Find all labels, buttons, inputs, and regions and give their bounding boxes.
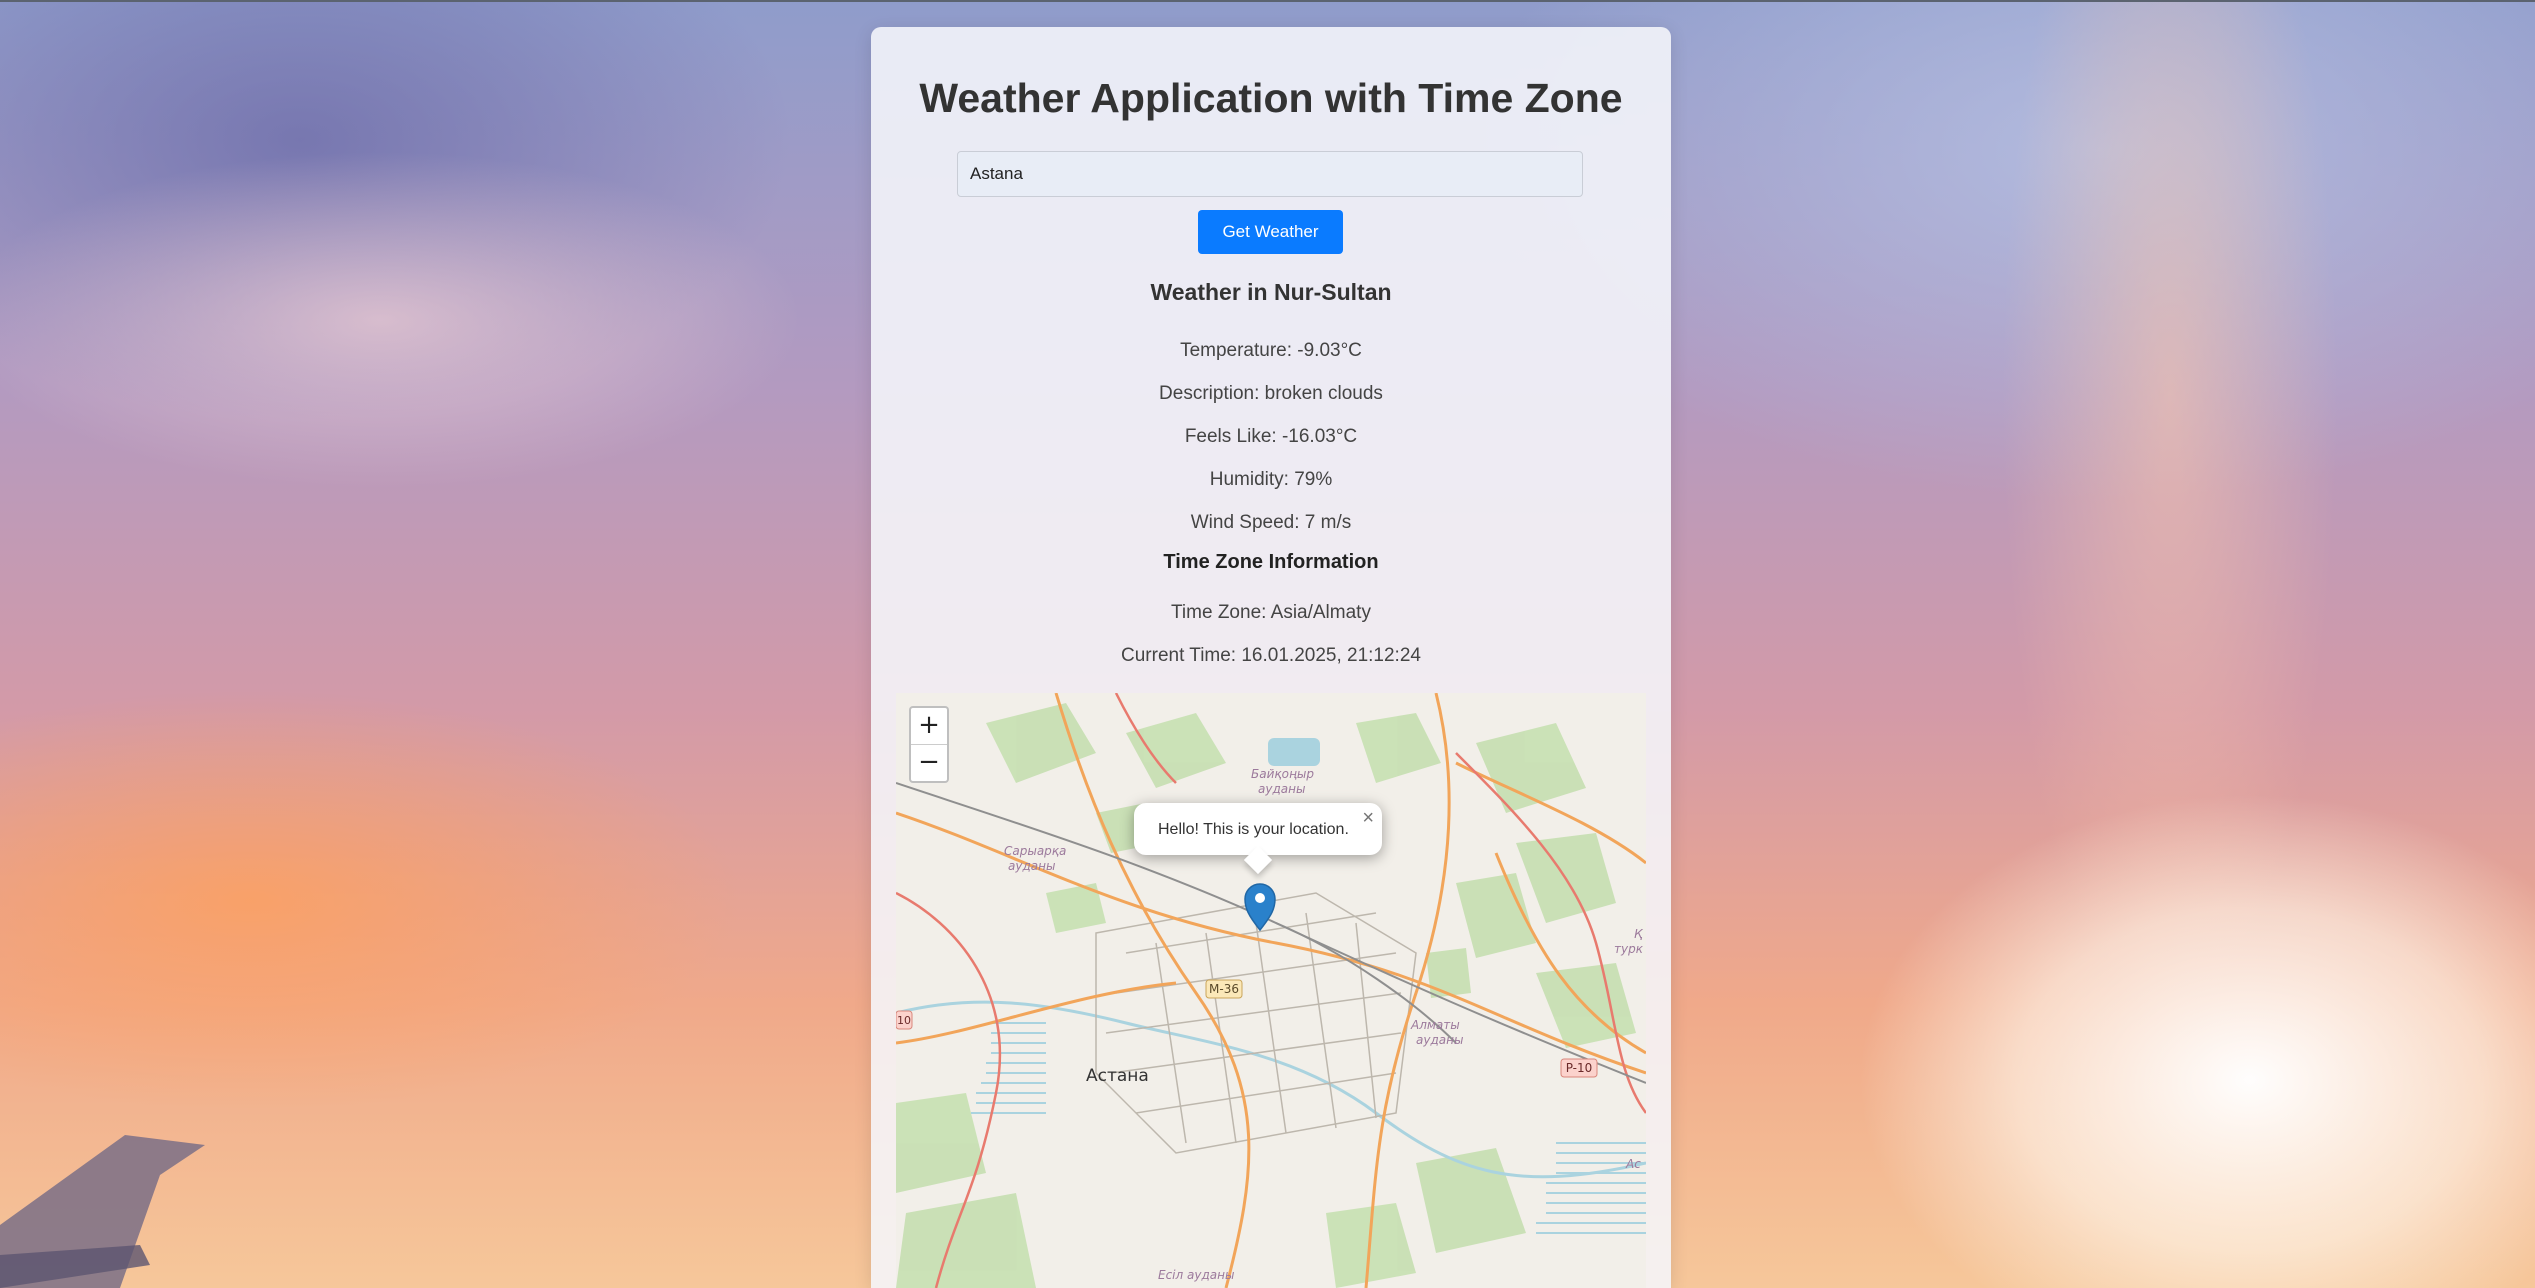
map-tiles: M-36 P-10 10 Астана Байқоңыр ауданы Сары… [896, 693, 1646, 1288]
page-title: Weather Application with Time Zone [919, 75, 1623, 121]
zoom-out-button[interactable]: − [911, 745, 947, 781]
weather-heading: Weather in Nur-Sultan [1150, 279, 1392, 305]
district-label-esil: Есіл ауданы [1158, 1268, 1234, 1282]
wind-speed-text: Wind Speed: 7 m/s [1190, 512, 1352, 533]
district-label-baikonur: Байқоңыр [1251, 767, 1314, 781]
current-time-text: Current Time: 16.01.2025, 21:12:24 [1121, 645, 1421, 666]
location-map[interactable]: M-36 P-10 10 Астана Байқоңыр ауданы Сары… [896, 693, 1646, 1288]
location-marker-icon[interactable] [1244, 883, 1276, 932]
popup-text: Hello! This is your location. [1158, 821, 1349, 838]
city-search-input[interactable] [957, 151, 1583, 197]
weather-card: Weather Application with Time Zone Get W… [871, 27, 1671, 1288]
humidity-text: Humidity: 79% [1209, 469, 1333, 490]
zoom-in-button[interactable]: + [911, 708, 947, 745]
get-weather-button[interactable]: Get Weather [1198, 210, 1343, 254]
airplane-wing [0, 1135, 205, 1288]
district-label-almaty-2: ауданы [1416, 1033, 1463, 1047]
zoom-control: + − [909, 706, 949, 783]
road-label-p10: P-10 [1566, 1061, 1593, 1075]
feels-like-text: Feels Like: -16.03°C [1184, 426, 1358, 447]
browser-top-edge [0, 0, 2535, 2]
district-label-saryarka: Сарыарқа [1004, 844, 1066, 858]
map-edge-label-right-2: турк [1614, 942, 1644, 956]
road-label-m36: M-36 [1209, 982, 1239, 996]
timezone-heading: Time Zone Information [1163, 551, 1379, 573]
district-label-almaty: Алматы [1410, 1018, 1460, 1032]
location-popup: Hello! This is your location. × [1134, 803, 1382, 875]
timezone-text: Time Zone: Asia/Almaty [1171, 602, 1371, 623]
description-text: Description: broken clouds [1159, 383, 1383, 404]
temperature-text: Temperature: -9.03°C [1180, 340, 1362, 361]
map-edge-label-right-1: Қ [1634, 927, 1644, 941]
map-edge-label-right-3: Ас [1625, 1157, 1641, 1171]
map-edge-label-left: 10 [897, 1014, 911, 1027]
city-label: Астана [1086, 1066, 1149, 1086]
district-label-saryarka-2: ауданы [1008, 859, 1055, 873]
district-label-baikonur-2: ауданы [1258, 782, 1305, 796]
popup-close-icon[interactable]: × [1362, 807, 1374, 830]
